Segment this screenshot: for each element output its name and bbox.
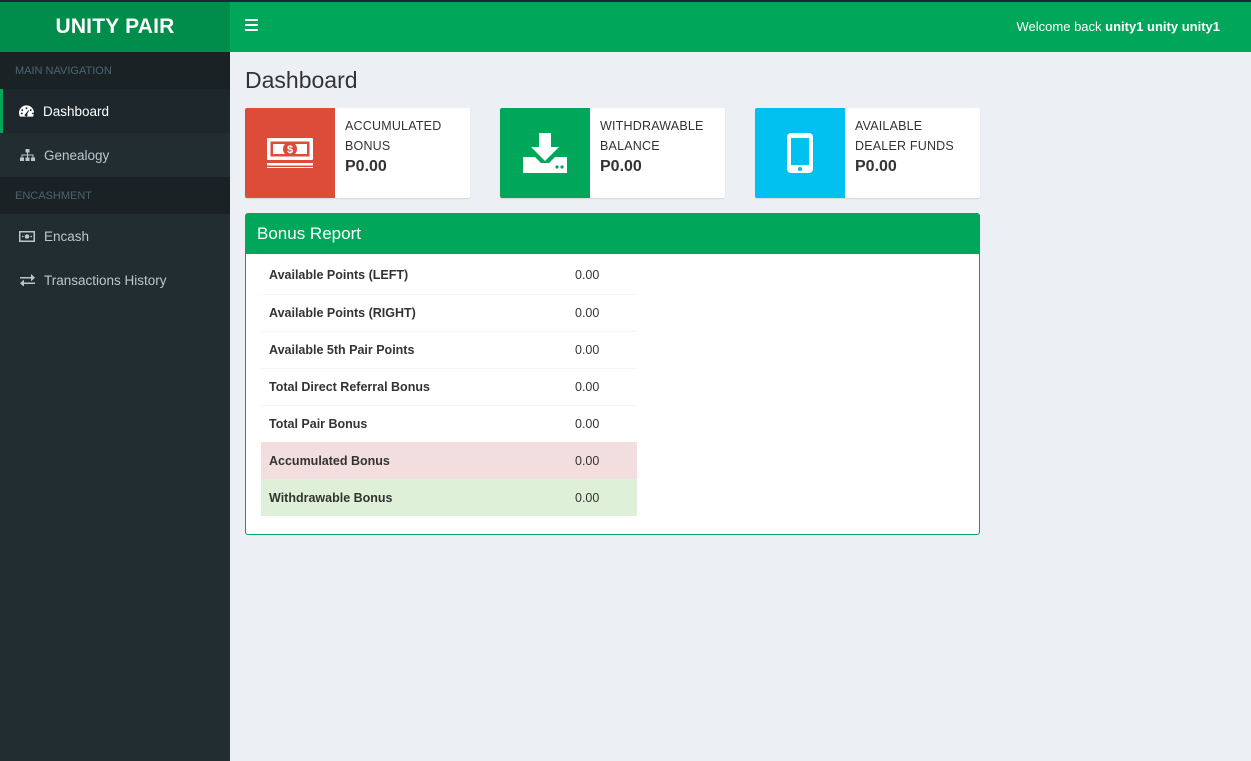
info-box-available-dealer-funds: AVAILABLE DEALER FUNDS P0.00 (755, 108, 980, 198)
sidebar-header-encashment: ENCASHMENT (0, 177, 230, 214)
welcome-message[interactable]: Welcome back unity1 unity unity1 (1017, 19, 1220, 34)
row-value: 0.00 (567, 330, 637, 368)
info-box-label-line2: DEALER FUNDS (855, 139, 954, 153)
table-row: Available 5th Pair Points 0.00 (261, 330, 637, 368)
download-icon (523, 133, 567, 173)
table-row-accumulated-bonus: Accumulated Bonus 0.00 (261, 441, 637, 479)
info-box-withdrawable-balance: WITHDRAWABLE BALANCE P0.00 (500, 108, 725, 198)
info-box-label-line1: WITHDRAWABLE (600, 119, 704, 133)
top-navbar: Welcome back unity1 unity unity1 (230, 2, 1251, 52)
welcome-username: unity1 unity unity1 (1105, 19, 1220, 34)
info-box-icon-container (755, 108, 845, 198)
sidebar-toggle-icon[interactable] (245, 19, 258, 33)
table-row: Available Points (LEFT) 0.00 (261, 257, 637, 294)
sitemap-icon (19, 148, 35, 162)
table-row-withdrawable-bonus: Withdrawable Bonus 0.00 (261, 478, 637, 516)
row-value: 0.00 (567, 441, 637, 479)
row-value: 0.00 (567, 293, 637, 331)
money-icon (19, 229, 35, 243)
bonus-report-title: Bonus Report (246, 214, 979, 254)
main-content: Dashboard $ ACCUMULATED BONUS P0.00 WITH… (230, 52, 1251, 761)
table-row: Total Pair Bonus 0.00 (261, 404, 637, 442)
info-box-icon-container (500, 108, 590, 198)
info-box-value: P0.00 (855, 158, 897, 175)
info-box-label-line2: BALANCE (600, 139, 660, 153)
welcome-prefix: Welcome back (1016, 19, 1106, 34)
money-icon: $ (267, 138, 313, 168)
info-box-value: P0.00 (600, 158, 642, 175)
row-label: Withdrawable Bonus (261, 478, 567, 516)
info-box-label-line2: BONUS (345, 139, 391, 153)
bonus-report-panel: Bonus Report Available Points (LEFT) 0.0… (245, 213, 980, 535)
info-box-label-line1: AVAILABLE (855, 119, 923, 133)
table-row: Available Points (RIGHT) 0.00 (261, 293, 637, 331)
row-value: 0.00 (575, 268, 600, 283)
row-label: Available 5th Pair Points (261, 330, 567, 368)
row-value: 0.00 (567, 367, 637, 405)
row-label: Available Points (RIGHT) (261, 293, 567, 331)
row-label: Available Points (LEFT) (269, 268, 409, 283)
table-row: Total Direct Referral Bonus 0.00 (261, 367, 637, 405)
info-box-accumulated-bonus: $ ACCUMULATED BONUS P0.00 (245, 108, 470, 198)
row-label: Accumulated Bonus (261, 441, 567, 479)
row-value: 0.00 (567, 404, 637, 442)
sidebar-item-label: Dashboard (43, 103, 110, 119)
bonus-report-table: Available Points (LEFT) 0.00 Available P… (261, 257, 637, 516)
row-label: Total Pair Bonus (261, 404, 567, 442)
sidebar-item-label: Genealogy (44, 147, 110, 163)
sidebar-header-main: MAIN NAVIGATION (0, 52, 230, 89)
sidebar-item-transactions-history[interactable]: Transactions History (0, 258, 230, 302)
info-box-icon-container: $ (245, 108, 335, 198)
exchange-icon (19, 273, 35, 287)
dashboard-icon (18, 104, 34, 118)
sidebar-item-label: Encash (44, 228, 90, 244)
sidebar-item-encash[interactable]: Encash (0, 214, 230, 258)
app-logo[interactable]: UNITY PAIR (0, 2, 230, 52)
sidebar-item-genealogy[interactable]: Genealogy (0, 133, 230, 177)
page-title: Dashboard (245, 67, 358, 93)
sidebar: MAIN NAVIGATION Dashboard Genealogy ENCA… (0, 52, 230, 761)
mobile-icon (787, 133, 813, 173)
svg-text:$: $ (287, 144, 293, 156)
row-value: 0.00 (567, 478, 637, 516)
sidebar-item-label: Transactions History (44, 272, 167, 288)
info-box-label-line1: ACCUMULATED (345, 119, 442, 133)
info-box-value: P0.00 (345, 158, 387, 175)
sidebar-item-dashboard[interactable]: Dashboard (0, 89, 230, 133)
row-label: Total Direct Referral Bonus (261, 367, 567, 405)
